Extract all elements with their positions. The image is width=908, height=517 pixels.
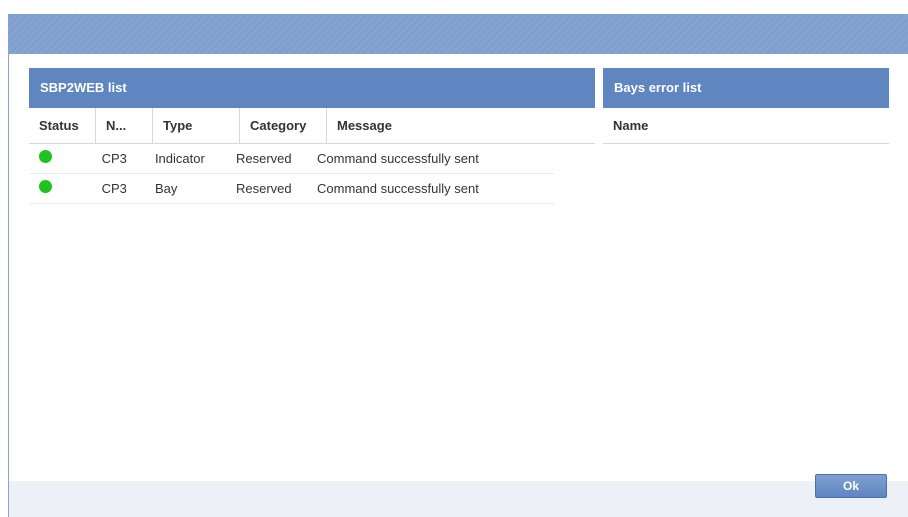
name-cell: CP3 [101, 151, 127, 166]
status-ok-icon [39, 150, 52, 164]
column-header-message[interactable]: Message [327, 108, 595, 143]
type-cell: Bay [154, 181, 178, 196]
table-row[interactable]: CP3 Bay Reserved Command successfully se… [29, 174, 555, 204]
column-header-type[interactable]: Type [153, 108, 240, 143]
ok-button[interactable]: Ok [815, 474, 887, 498]
column-header-bay-name[interactable]: Name [603, 108, 889, 143]
status-cell [29, 174, 92, 203]
sbp2web-column-headers: Status N... Type Category Message [29, 108, 595, 144]
column-header-status[interactable]: Status [29, 108, 96, 143]
table-row[interactable]: CP3 Indicator Reserved Command successfu… [29, 144, 555, 174]
dialog: SBP2WEB list Status N... Type Category M… [8, 14, 908, 517]
column-header-name[interactable]: N... [96, 108, 153, 143]
message-cell: Command successfully sent [317, 181, 479, 196]
status-ok-icon [39, 180, 52, 194]
message-cell: Command successfully sent [317, 151, 479, 166]
sbp2web-list-panel: SBP2WEB list Status N... Type Category M… [29, 68, 595, 488]
type-cell: Indicator [154, 151, 205, 166]
status-cell [29, 144, 92, 173]
bays-error-column-headers: Name [603, 108, 889, 144]
dialog-footer [9, 481, 908, 517]
bays-error-list-panel: Bays error list Name [603, 68, 889, 488]
name-cell: CP3 [101, 181, 127, 196]
sbp2web-rows: CP3 Indicator Reserved Command successfu… [29, 144, 555, 204]
category-cell: Reserved [235, 151, 292, 166]
category-cell: Reserved [235, 181, 292, 196]
sbp2web-list-header: SBP2WEB list [29, 68, 595, 108]
bays-error-list-header: Bays error list [603, 68, 889, 108]
column-header-category[interactable]: Category [240, 108, 327, 143]
dialog-title-bar[interactable] [9, 14, 908, 54]
